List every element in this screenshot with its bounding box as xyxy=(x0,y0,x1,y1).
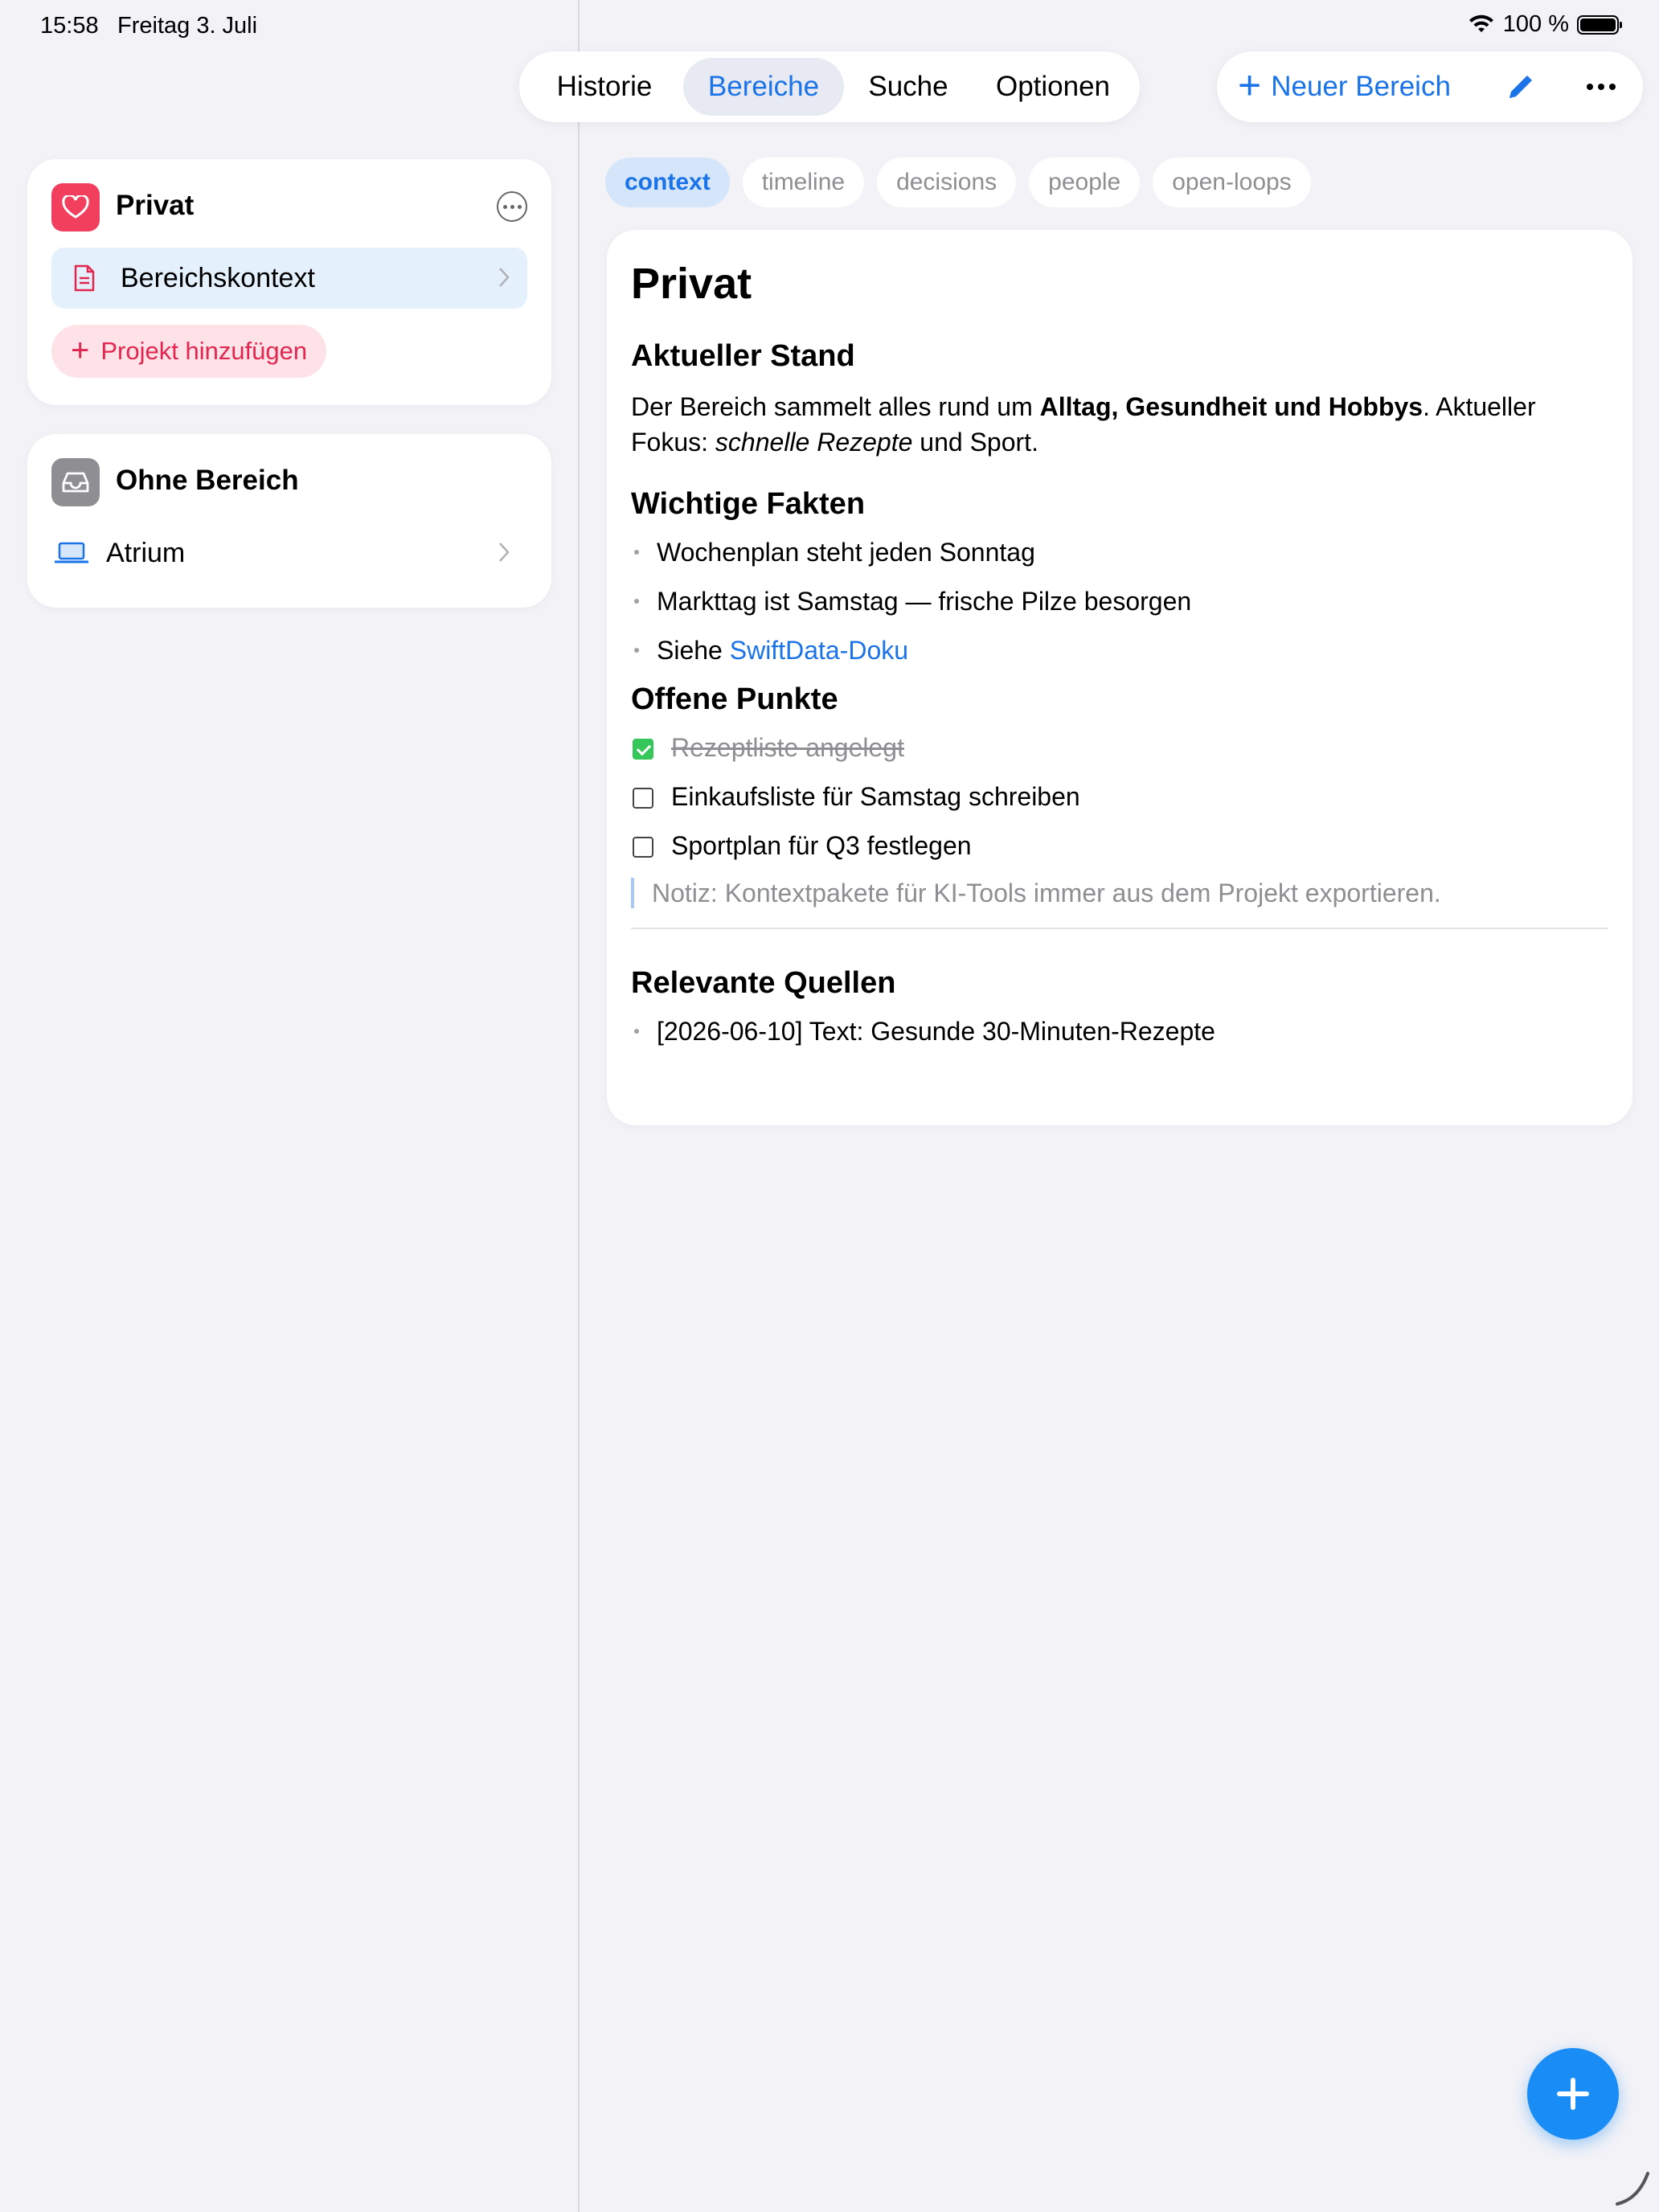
file-tab-open-loops[interactable]: open-loops xyxy=(1153,158,1311,207)
status-indicators: 100 % xyxy=(1468,11,1622,38)
battery-icon xyxy=(1577,14,1622,35)
battery-percent: 100 % xyxy=(1502,11,1569,37)
pencil-icon[interactable] xyxy=(1503,69,1538,104)
file-tab-context[interactable]: context xyxy=(605,158,730,207)
document-title: Privat xyxy=(631,260,752,308)
list-item: Markttag ist Samstag — frische Pilze bes… xyxy=(631,586,1608,616)
add-project-label: Projekt hinzufügen xyxy=(100,337,308,365)
toolbar: + Neuer Bereich xyxy=(1217,51,1643,122)
sidebar-item-bereichskontext[interactable]: Bereichskontext xyxy=(51,248,527,309)
area-title: Privat xyxy=(116,190,195,221)
corner-handle-icon xyxy=(1616,2172,1649,2206)
plus-icon: + xyxy=(1238,63,1262,108)
tab-suche[interactable]: Suche xyxy=(844,58,973,116)
section-heading: Aktueller Stand xyxy=(631,339,855,373)
wifi-icon xyxy=(1469,14,1493,32)
chevron-right-icon xyxy=(499,543,510,562)
checkbox[interactable] xyxy=(633,788,653,809)
list-item: Siehe SwiftData-Doku xyxy=(631,635,1608,666)
plus-icon xyxy=(1557,2078,1589,2110)
section-sources: Relevante Quellen [2026-06-10] Text: Ges… xyxy=(631,968,1608,1047)
checklist-item: Sportplan für Q3 festlegen xyxy=(631,830,1608,861)
checkbox-checked[interactable] xyxy=(633,739,653,760)
chevron-right-icon xyxy=(499,268,510,287)
more-icon[interactable] xyxy=(1587,84,1616,90)
area-card-privat: Privat Bereichskontext + Projekt hinzufü… xyxy=(27,159,551,405)
section-facts: Wichtige Fakten Wochenplan steht jeden S… xyxy=(631,489,1608,666)
tab-optionen[interactable]: Optionen xyxy=(973,58,1133,116)
main-nav-segmented: Historie Bereiche Suche Optionen xyxy=(519,51,1140,122)
tab-historie[interactable]: Historie xyxy=(526,58,683,116)
document-icon xyxy=(74,264,95,292)
section-current-state: Aktueller Stand Der Bereich sammelt alle… xyxy=(631,341,1608,460)
split-view-divider[interactable] xyxy=(578,0,580,2212)
sidebar-item-label: Atrium xyxy=(106,537,186,568)
ellipsis-circle-icon[interactable] xyxy=(497,191,527,222)
horizontal-rule xyxy=(631,928,1608,929)
add-floating-button[interactable] xyxy=(1527,2048,1619,2140)
blockquote-note: Notiz: Kontextpakete für KI-Tools immer … xyxy=(631,878,1608,908)
laptop-icon xyxy=(55,542,88,563)
tray-icon xyxy=(51,458,100,506)
file-tab-people[interactable]: people xyxy=(1029,158,1141,207)
area-card-ohne-bereich: Ohne Bereich Atrium xyxy=(27,434,551,608)
file-tab-decisions[interactable]: decisions xyxy=(877,158,1017,207)
new-area-button[interactable]: + Neuer Bereich xyxy=(1238,63,1451,108)
list-item: Wochenplan steht jeden Sonntag xyxy=(631,537,1608,567)
heart-icon xyxy=(51,183,100,231)
current-state-paragraph: Der Bereich sammelt alles rund um Alltag… xyxy=(631,392,1536,457)
sidebar-item-label: Bereichskontext xyxy=(121,262,315,293)
checklist-item: Rezeptliste angelegt xyxy=(631,732,1608,763)
sidebar-item-atrium[interactable]: Atrium xyxy=(51,522,527,584)
section-heading: Offene Punkte xyxy=(631,682,838,716)
section-open-points: Offene Punkte Rezeptliste angelegt Einka… xyxy=(631,684,1608,929)
tab-bereiche[interactable]: Bereiche xyxy=(683,58,844,116)
checkbox[interactable] xyxy=(633,837,653,858)
file-tab-timeline[interactable]: timeline xyxy=(742,158,865,207)
swiftdata-doc-link[interactable]: SwiftData-Doku xyxy=(730,636,908,665)
new-area-label: Neuer Bereich xyxy=(1271,71,1451,102)
checklist-item: Einkaufsliste für Samstag schreiben xyxy=(631,781,1608,812)
status-date: Freitag 3. Juli xyxy=(117,13,258,39)
area-title: Ohne Bereich xyxy=(116,465,299,496)
section-heading: Relevante Quellen xyxy=(631,966,896,1000)
plus-icon: + xyxy=(71,332,90,368)
markdown-document: Privat Aktueller Stand Der Bereich samme… xyxy=(631,262,1608,1065)
document-card: Privat Aktueller Stand Der Bereich samme… xyxy=(607,230,1632,1125)
status-time: 15:58 xyxy=(40,13,99,39)
section-heading: Wichtige Fakten xyxy=(631,487,866,521)
add-project-button[interactable]: + Projekt hinzufügen xyxy=(51,325,327,378)
list-item: [2026-06-10] Text: Gesunde 30-Minuten-Re… xyxy=(631,1016,1608,1047)
file-tabs: context timeline decisions people open-l… xyxy=(605,158,1311,207)
